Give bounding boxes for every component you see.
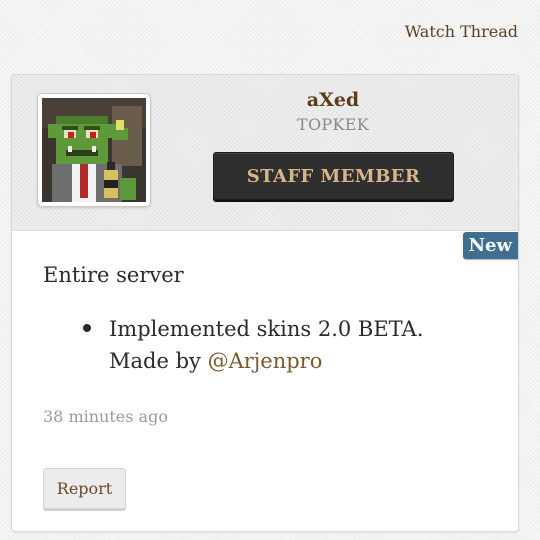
post-card: aXed TOPKEK STAFF MEMBER New Entire serv… [11, 74, 519, 532]
user-info-header: aXed TOPKEK STAFF MEMBER [12, 75, 518, 231]
bullet-icon [83, 324, 91, 332]
list-item-text: Implemented skins 2.0 BETA. [109, 317, 424, 341]
list-item: Implemented skins 2.0 BETA. Made by @Arj… [43, 313, 483, 377]
post-timestamp[interactable]: 38 minutes ago [43, 407, 168, 426]
user-mention-link[interactable]: @Arjenpro [208, 349, 323, 373]
username[interactable]: aXed [212, 89, 454, 111]
report-button[interactable]: Report [43, 468, 126, 509]
post-title: Entire server [43, 263, 184, 287]
new-badge: New [462, 232, 518, 259]
list-item-text-continued: Made by [109, 349, 208, 373]
user-title: TOPKEK [297, 115, 369, 134]
post-list: Implemented skins 2.0 BETA. Made by @Arj… [43, 313, 483, 377]
avatar[interactable] [37, 93, 151, 207]
staff-member-banner: STAFF MEMBER [213, 152, 454, 200]
watch-thread-link[interactable]: Watch Thread [405, 22, 518, 41]
orc-avatar-icon [42, 98, 146, 202]
